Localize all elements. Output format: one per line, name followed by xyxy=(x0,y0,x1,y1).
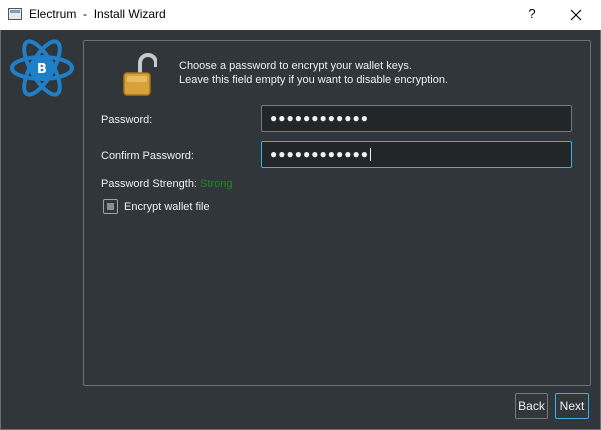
wizard-panel: Choose a password to encrypt your wallet… xyxy=(83,40,591,386)
padlock-icon xyxy=(123,53,157,96)
password-value: ●●●●●●●●●●●● xyxy=(270,111,369,125)
wizard-body: B Choose a password to encrypt your wall… xyxy=(0,30,601,430)
confirm-password-label: Confirm Password: xyxy=(101,150,194,162)
encrypt-wallet-label[interactable]: Encrypt wallet file xyxy=(124,201,210,213)
close-button[interactable] xyxy=(566,5,586,25)
confirm-password-field[interactable]: ●●●●●●●●●●●● xyxy=(261,141,572,168)
next-button[interactable]: Next xyxy=(555,393,589,419)
password-label: Password: xyxy=(101,114,153,126)
text-caret xyxy=(369,148,371,162)
password-strength-label: Password Strength: xyxy=(101,178,197,190)
instruction-line-1: Choose a password to encrypt your wallet… xyxy=(179,60,412,72)
instruction-message: Choose a password to encrypt your wallet… xyxy=(179,59,448,87)
electrum-logo-icon: B xyxy=(10,39,74,97)
wizard-title: Install Wizard xyxy=(93,7,166,21)
encrypt-wallet-checkbox[interactable] xyxy=(103,199,118,214)
app-name: Electrum xyxy=(29,7,77,21)
password-strength-value: Strong xyxy=(200,178,233,190)
title-separator: - xyxy=(83,7,88,21)
help-icon: ? xyxy=(528,6,536,21)
title-bar: Electrum - Install Wizard ? xyxy=(0,0,601,30)
app-window-icon xyxy=(8,8,22,20)
svg-text:B: B xyxy=(37,62,47,77)
window-title: Electrum - Install Wizard xyxy=(29,7,166,21)
back-button[interactable]: Back xyxy=(515,393,548,419)
close-icon xyxy=(570,9,582,21)
confirm-password-value: ●●●●●●●●●●●● xyxy=(270,147,369,161)
password-strength: Password Strength: Strong xyxy=(101,178,232,190)
instruction-line-2: Leave this field empty if you want to di… xyxy=(179,74,449,86)
password-field[interactable]: ●●●●●●●●●●●● xyxy=(261,105,572,132)
help-button[interactable]: ? xyxy=(522,5,542,25)
